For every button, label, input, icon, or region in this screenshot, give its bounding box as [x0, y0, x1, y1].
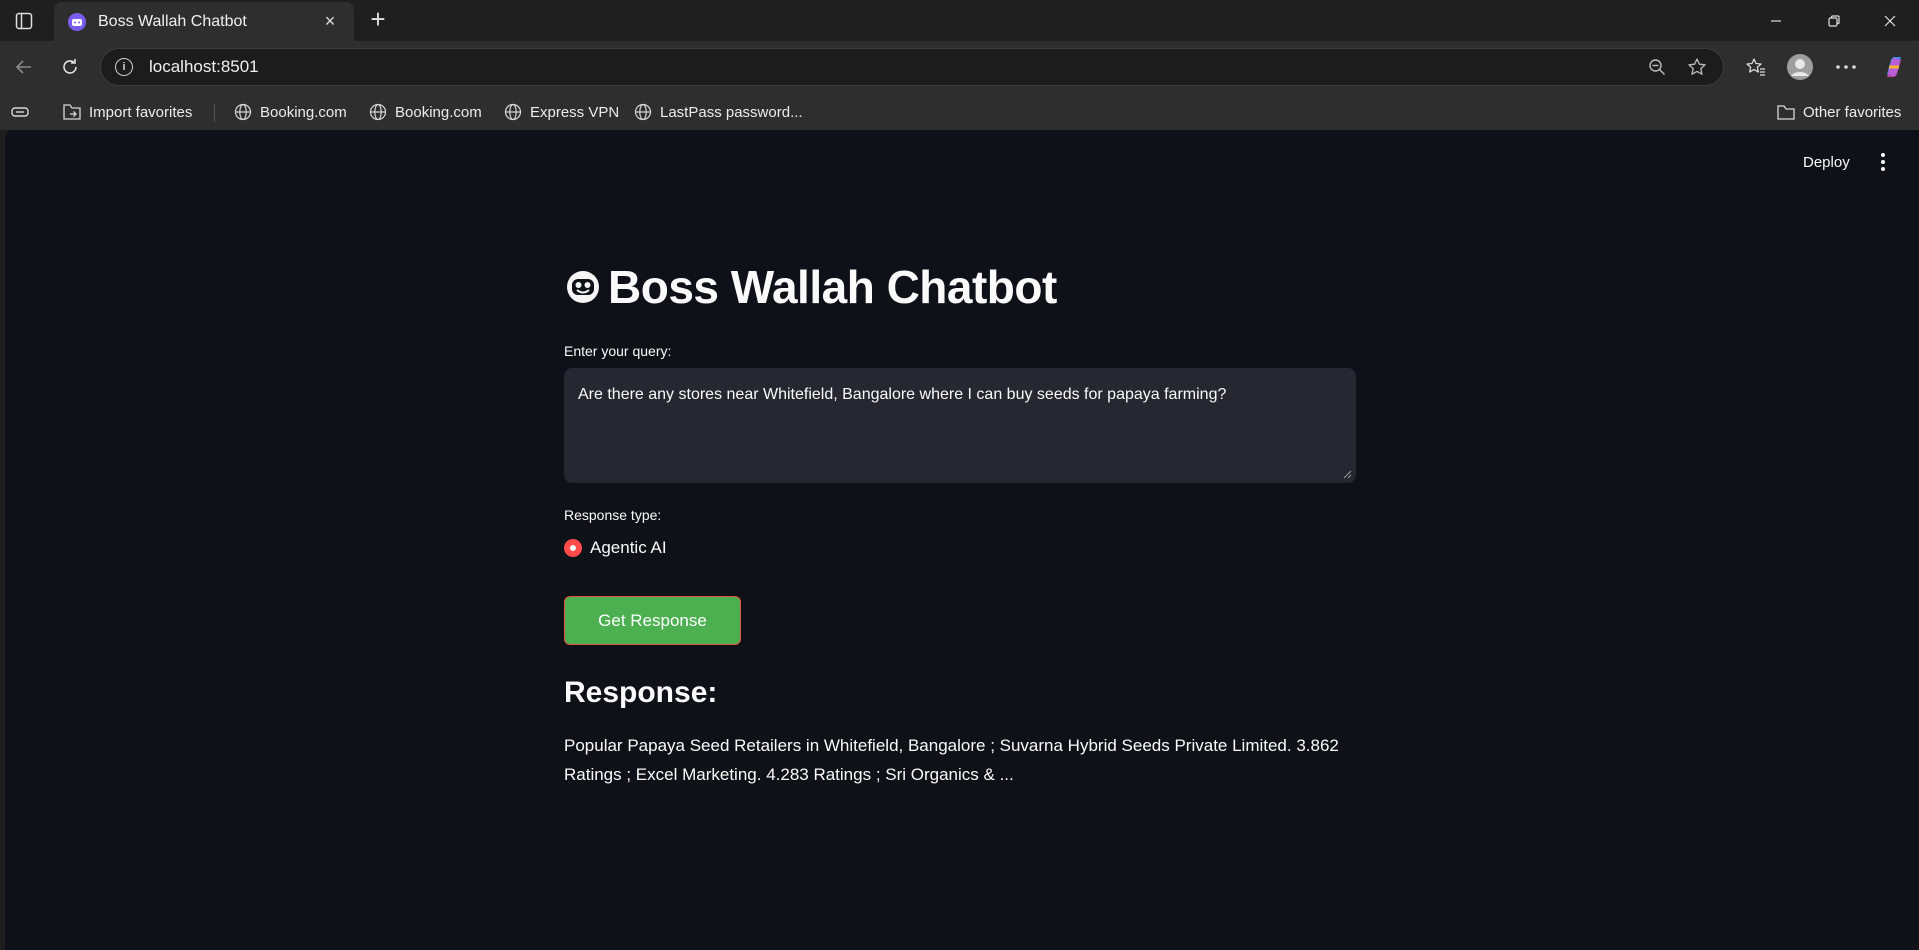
zoom-out-icon[interactable]	[1645, 55, 1669, 79]
bookmark-label: LastPass password...	[660, 103, 803, 121]
bookmarks-bar: Import favorites Booking.com Booking.com…	[0, 93, 1919, 130]
profile-avatar-icon[interactable]	[1784, 51, 1816, 83]
reload-icon[interactable]	[54, 51, 86, 83]
radio-option-label[interactable]: Agentic AI	[590, 538, 667, 558]
radio-selected-icon[interactable]	[564, 539, 582, 557]
query-textarea[interactable]: Are there any stores near Whitefield, Ba…	[564, 368, 1356, 483]
robot-favicon-icon	[68, 12, 86, 31]
import-favorites-label: Import favorites	[89, 103, 193, 121]
response-type-radio[interactable]: Agentic AI	[564, 538, 667, 558]
site-info-icon[interactable]: i	[115, 58, 133, 76]
bookmark-item[interactable]: Booking.com	[368, 99, 482, 125]
response-type-label: Response type:	[564, 507, 662, 523]
response-text: Popular Papaya Seed Retailers in Whitefi…	[564, 736, 1339, 784]
restore-icon[interactable]	[1805, 0, 1863, 41]
bookmark-item[interactable]: LastPass password...	[633, 99, 803, 125]
other-favorites-label: Other favorites	[1803, 103, 1902, 121]
query-label: Enter your query:	[564, 343, 672, 359]
query-text[interactable]: Are there any stores near Whitefield, Ba…	[578, 386, 1226, 403]
deploy-button[interactable]: Deploy	[1803, 154, 1850, 171]
bookmark-label: Booking.com	[260, 103, 347, 121]
copilot-icon[interactable]	[1878, 51, 1910, 83]
minimize-icon[interactable]	[1747, 0, 1805, 41]
favorite-star-icon[interactable]	[1685, 55, 1709, 79]
import-favorites-link[interactable]: Import favorites	[62, 99, 192, 125]
bookmarks-toggle-icon[interactable]	[10, 99, 30, 125]
robot-face-icon	[567, 271, 599, 303]
response-heading: Response:	[564, 676, 718, 709]
favorites-icon[interactable]	[1740, 51, 1772, 83]
url-text[interactable]: localhost:8501	[149, 57, 1629, 77]
globe-icon	[503, 102, 523, 122]
app-page: Deploy Boss Wallah Chatbot Enter your qu…	[5, 130, 1919, 950]
new-tab-icon[interactable]: +	[364, 6, 392, 34]
get-response-button[interactable]: Get Response	[564, 596, 741, 645]
tab-title: Boss Wallah Chatbot	[98, 12, 247, 30]
page-title: Boss Wallah Chatbot	[566, 260, 1057, 314]
globe-icon	[368, 102, 388, 122]
resize-handle-icon[interactable]	[1343, 470, 1352, 479]
browser-toolbar: i localhost:8501	[0, 41, 1919, 93]
bookmarks-divider	[214, 104, 215, 122]
folder-icon	[1776, 102, 1796, 122]
import-icon	[62, 102, 82, 122]
tab-close-icon[interactable]: ×	[320, 11, 340, 32]
main-menu-icon[interactable]	[1875, 150, 1891, 174]
tab-strip: Boss Wallah Chatbot × +	[0, 0, 1919, 41]
bookmark-item[interactable]: Express VPN	[503, 99, 619, 125]
more-menu-icon[interactable]	[1830, 51, 1862, 83]
globe-icon	[633, 102, 653, 122]
bookmark-label: Booking.com	[395, 103, 482, 121]
other-favorites-link[interactable]: Other favorites	[1776, 99, 1901, 125]
bookmark-item[interactable]: Booking.com	[233, 99, 347, 125]
app-title: Boss Wallah Chatbot	[608, 261, 1057, 313]
close-window-icon[interactable]	[1861, 0, 1919, 41]
browser-tab[interactable]: Boss Wallah Chatbot ×	[54, 2, 354, 41]
address-bar[interactable]: i localhost:8501	[100, 48, 1724, 86]
globe-icon	[233, 102, 253, 122]
tab-actions-icon[interactable]	[10, 8, 38, 34]
back-icon[interactable]	[8, 51, 40, 83]
bookmark-label: Express VPN	[530, 103, 620, 121]
